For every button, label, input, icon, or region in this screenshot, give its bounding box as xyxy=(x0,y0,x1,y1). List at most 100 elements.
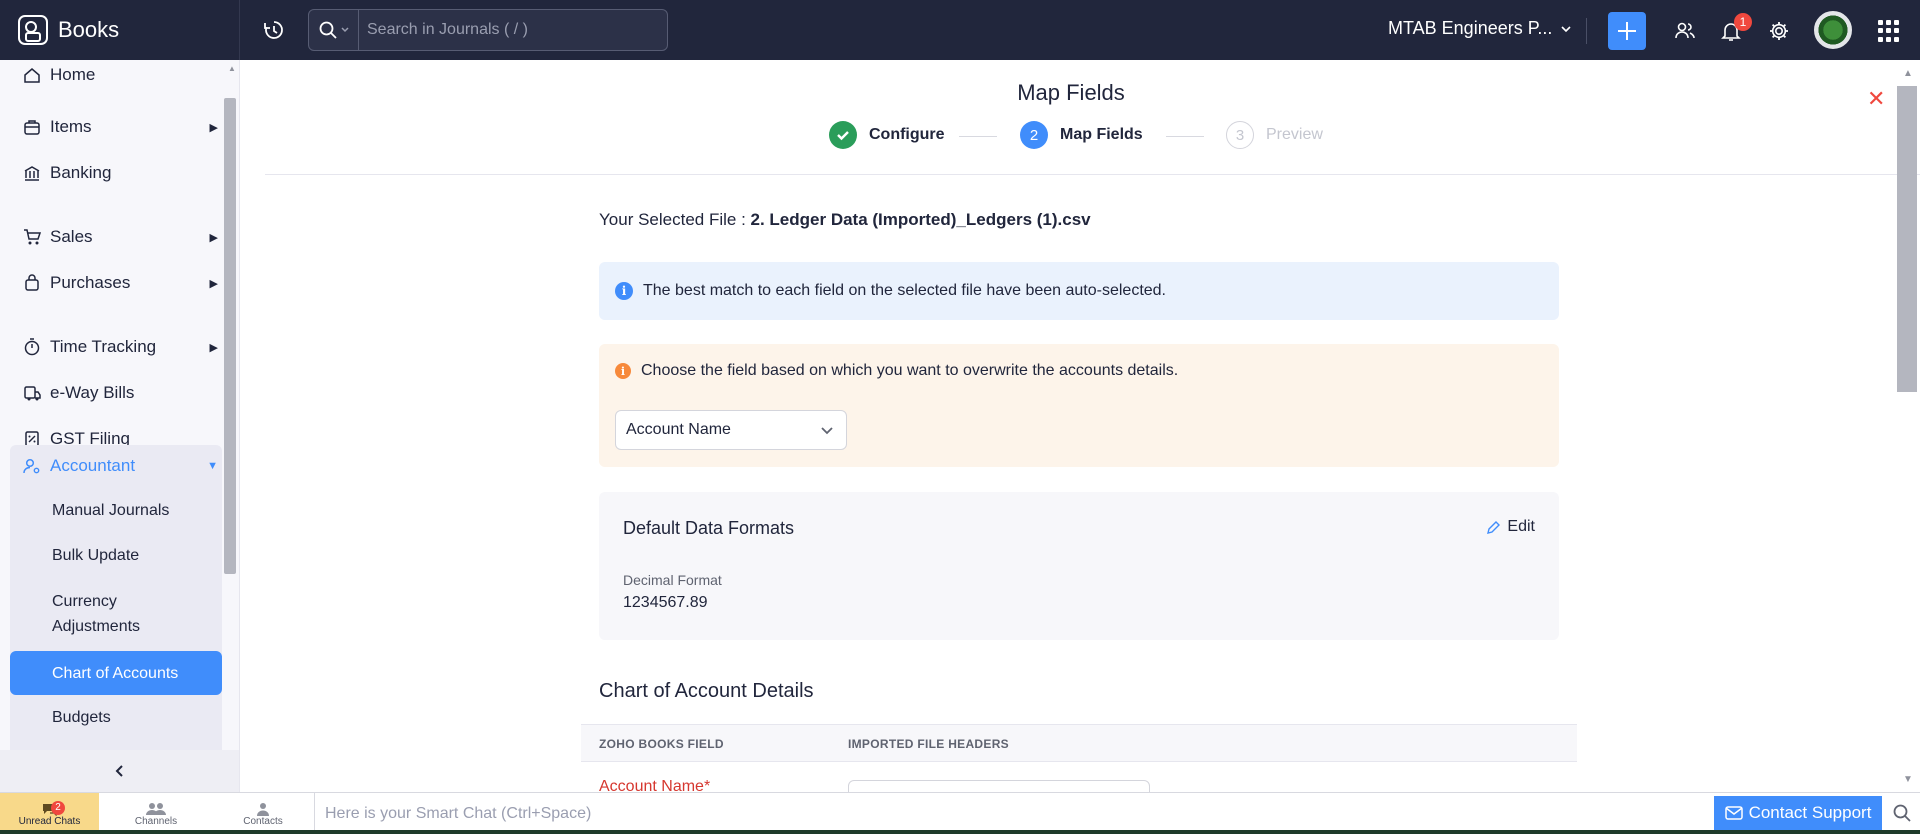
main-scrollbar[interactable] xyxy=(1897,86,1917,392)
formats-title: Default Data Formats xyxy=(623,518,795,538)
caret-right-icon: ▶ xyxy=(209,341,218,354)
quick-create-button[interactable] xyxy=(1608,12,1646,50)
sidebar-item-label: e-Way Bills xyxy=(50,383,135,402)
sidebar-scrollbar[interactable] xyxy=(224,98,236,574)
step-connector xyxy=(959,136,997,137)
channels-icon xyxy=(146,802,166,815)
step-number: 2 xyxy=(1020,121,1048,149)
step-configure: Configure xyxy=(829,121,945,149)
sidebar-item-label: Banking xyxy=(50,163,112,182)
channels-label: Channels xyxy=(134,815,178,827)
edit-label: Edit xyxy=(1507,518,1535,535)
search-input[interactable] xyxy=(359,21,659,39)
decimal-format-value: 1234567.89 xyxy=(623,594,708,611)
users-icon[interactable] xyxy=(1672,18,1698,44)
main-content: Map Fields ✕ Configure 2 Map Fields 3 Pr… xyxy=(241,60,1920,792)
brand[interactable]: Books xyxy=(0,0,240,60)
sidebar-item-label: Items xyxy=(50,117,92,136)
sidebar-subitem-bulk-update[interactable]: Bulk Update xyxy=(10,543,222,568)
close-icon[interactable]: ✕ xyxy=(1867,86,1885,112)
info-message: The best match to each field on the sele… xyxy=(643,282,1166,299)
caret-right-icon: ▶ xyxy=(209,121,218,134)
selected-file-name: 2. Ledger Data (Imported)_Ledgers (1).cs… xyxy=(750,210,1091,229)
bottom-bar: Unread Chats 2 Channels Contacts Contact… xyxy=(0,792,1920,834)
sidebar-subitem-currency-adjustments[interactable]: Currency Adjustments xyxy=(10,589,200,639)
smart-chat-input[interactable] xyxy=(325,805,925,823)
warn-message-row: i Choose the field based on which you wa… xyxy=(615,362,1178,380)
sidebar-item-label: Time Tracking xyxy=(50,337,157,356)
unread-badge: 2 xyxy=(51,801,65,815)
eway-bill-icon xyxy=(22,383,42,403)
sidebar-item-time-tracking[interactable]: Time Tracking ▶ xyxy=(10,326,222,368)
selected-file: Your Selected File : 2. Ledger Data (Imp… xyxy=(599,210,1559,230)
imported-header-select[interactable] xyxy=(848,780,1150,792)
search-icon[interactable] xyxy=(1892,803,1912,828)
sidebar-subitem-budgets[interactable]: Budgets xyxy=(10,705,222,730)
step-number: 3 xyxy=(1226,121,1254,149)
cart-icon xyxy=(22,227,42,247)
map-fields-form: Your Selected File : 2. Ledger Data (Imp… xyxy=(581,210,1577,792)
bottom-strip xyxy=(0,830,1920,834)
sidebar-item-items[interactable]: Items ▶ xyxy=(10,106,222,148)
contacts-label: Contacts xyxy=(243,815,283,827)
scroll-up-arrow-icon[interactable]: ▲ xyxy=(1903,68,1913,79)
sidebar: Home Items ▶ Banking Sales ▶ Purchases ▶… xyxy=(0,60,240,792)
search-scope-dropdown[interactable] xyxy=(309,10,359,50)
chevron-down-icon xyxy=(821,427,833,435)
gear-icon[interactable] xyxy=(1766,18,1792,44)
info-banner: i The best match to each field on the se… xyxy=(599,262,1559,320)
contacts-button[interactable]: Contacts xyxy=(212,793,314,834)
sidebar-item-eway-bills[interactable]: e-Way Bills xyxy=(10,372,222,414)
unread-chats-label: Unread Chats xyxy=(18,815,81,827)
edit-formats-button[interactable]: Edit xyxy=(1486,518,1535,536)
recent-history-icon[interactable] xyxy=(262,18,286,42)
sidebar-item-banking[interactable]: Banking xyxy=(10,152,222,194)
caret-right-icon: ▶ xyxy=(209,277,218,290)
step-map-fields: 2 Map Fields xyxy=(1020,121,1143,149)
apps-grid-icon[interactable] xyxy=(1878,20,1900,42)
step-preview: 3 Preview xyxy=(1226,121,1323,149)
scroll-down-arrow-icon[interactable]: ▼ xyxy=(1903,774,1913,785)
mail-icon xyxy=(1724,806,1743,820)
user-gear-icon xyxy=(22,456,42,476)
sidebar-subitem-chart-of-accounts[interactable]: Chart of Accounts xyxy=(10,651,222,695)
contact-support-label: Contact Support xyxy=(1748,803,1872,822)
decimal-format-label: Decimal Format xyxy=(623,572,722,588)
divider xyxy=(1586,18,1587,44)
stopwatch-icon xyxy=(22,337,42,357)
plus-icon xyxy=(1618,22,1636,40)
channels-button[interactable]: Channels xyxy=(100,793,212,834)
sidebar-item-accountant[interactable]: Accountant ▼ xyxy=(10,445,222,487)
org-switcher[interactable]: MTAB Engineers P... xyxy=(1388,18,1572,39)
default-data-formats: Default Data Formats Edit Decimal Format… xyxy=(599,492,1559,640)
top-bar: Books MTAB Engineers P... 1 xyxy=(0,0,1920,60)
step-label: Configure xyxy=(869,126,945,143)
page-title: Map Fields xyxy=(1017,80,1125,105)
overwrite-banner: i Choose the field based on which you wa… xyxy=(599,344,1559,467)
org-name: MTAB Engineers P... xyxy=(1388,18,1553,38)
collapse-sidebar-button[interactable] xyxy=(0,750,239,792)
sidebar-item-purchases[interactable]: Purchases ▶ xyxy=(10,262,222,304)
unread-chats-button[interactable]: Unread Chats 2 xyxy=(0,793,99,834)
sidebar-subitem-manual-journals[interactable]: Manual Journals xyxy=(10,498,222,523)
step-label: Map Fields xyxy=(1060,126,1143,143)
global-search xyxy=(308,9,668,51)
sidebar-item-label: Accountant xyxy=(50,456,136,475)
check-icon xyxy=(829,121,857,149)
warn-message: Choose the field based on which you want… xyxy=(641,362,1179,379)
avatar[interactable] xyxy=(1814,11,1852,49)
sidebar-item-sales[interactable]: Sales ▶ xyxy=(10,216,222,258)
scroll-up-arrow-icon[interactable]: ▲ xyxy=(228,64,236,73)
column-header: ZOHO BOOKS FIELD xyxy=(599,737,724,751)
sidebar-item-home[interactable]: Home xyxy=(10,60,222,96)
contact-support-button[interactable]: Contact Support xyxy=(1714,796,1882,830)
header-divider xyxy=(265,174,1920,175)
app-name: Books xyxy=(58,17,120,42)
caret-down-icon: ▼ xyxy=(207,460,218,472)
items-icon xyxy=(22,117,42,137)
contact-icon xyxy=(257,802,269,816)
field-label-account-name: Account Name* xyxy=(599,778,711,792)
info-icon: i xyxy=(615,282,633,300)
overwrite-field-select[interactable]: Account Name xyxy=(615,410,847,450)
search-icon xyxy=(319,21,337,39)
